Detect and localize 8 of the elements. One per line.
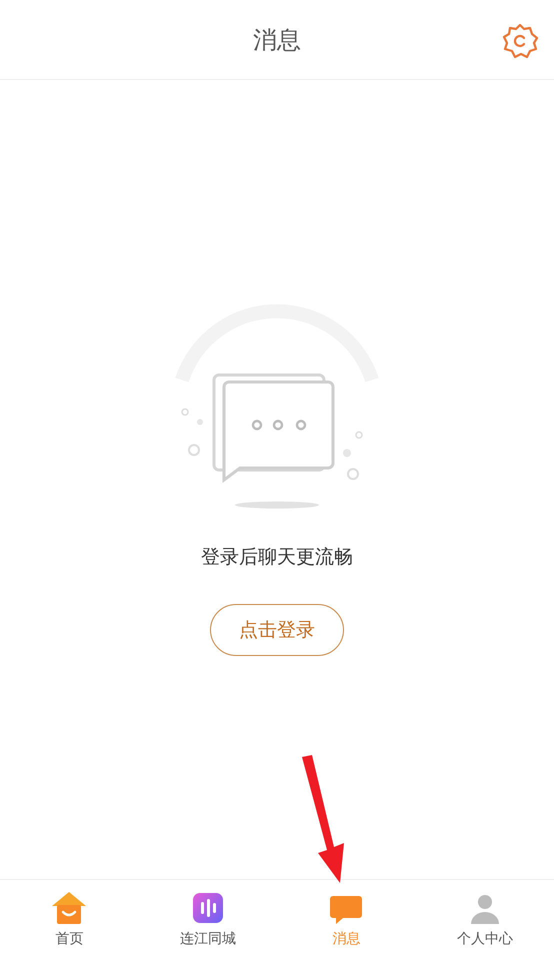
tab[interactable]: 个人中心: [416, 880, 554, 957]
page-title: 消息: [253, 24, 301, 56]
login-button[interactable]: 点击登录: [210, 604, 344, 656]
settings-icon[interactable]: [500, 21, 540, 61]
house-icon: [51, 890, 88, 926]
tab[interactable]: 连江同城: [138, 880, 277, 957]
login-prompt: 登录后聊天更流畅: [201, 545, 353, 570]
tab[interactable]: 首页: [0, 880, 138, 957]
